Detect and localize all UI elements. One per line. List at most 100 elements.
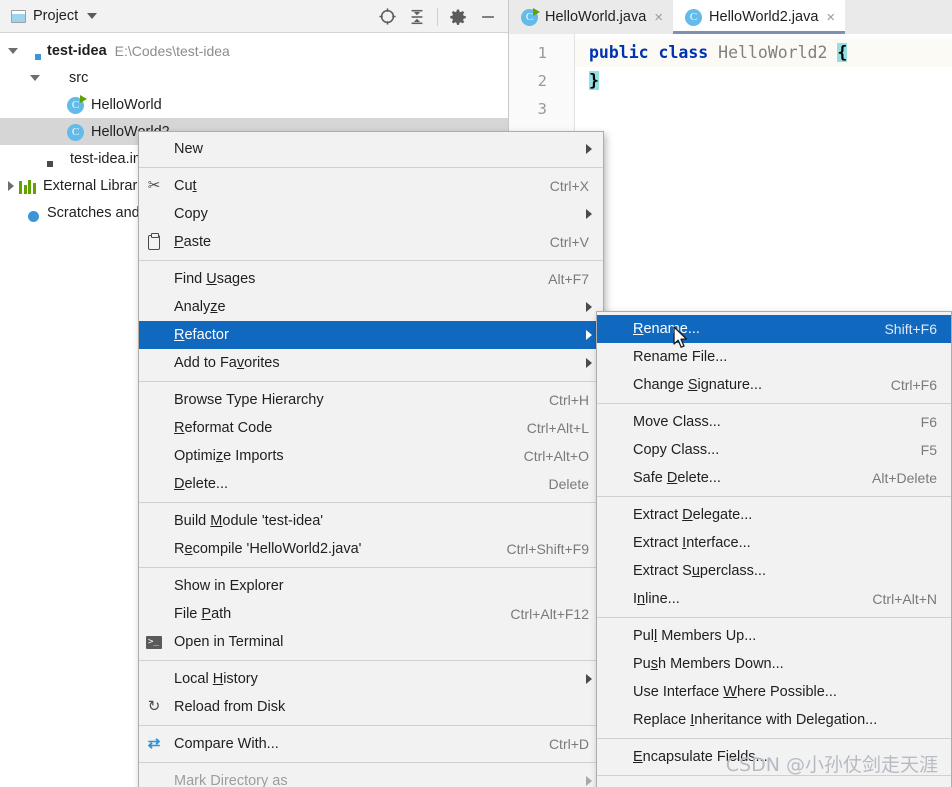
menu-item-find-usages[interactable]: Find Usages Alt+F7 — [139, 265, 603, 293]
tree-node-label: test-idea — [47, 42, 107, 59]
submenu-item-move-class[interactable]: Move Class... F6 — [597, 408, 951, 436]
submenu-item-push-members-down[interactable]: Push Members Down... — [597, 650, 951, 678]
menu-item-label: Extract Interface... — [633, 535, 751, 551]
scissors-icon: ✂ — [147, 177, 161, 194]
menu-separator — [597, 496, 951, 497]
close-icon[interactable]: × — [825, 8, 836, 27]
submenu-item-pull-members-up[interactable]: Pull Members Up... — [597, 622, 951, 650]
menu-item-compare-with[interactable]: ⇄ Compare With... Ctrl+D — [139, 730, 603, 758]
menu-item-copy[interactable]: Copy — [139, 200, 603, 228]
twisty-expanded-icon[interactable] — [8, 47, 18, 54]
menu-item-label: Build Module 'test-idea' — [174, 513, 324, 529]
menu-item-open-in-terminal[interactable]: >_ Open in Terminal — [139, 628, 603, 656]
twisty-expanded-icon[interactable] — [30, 74, 40, 81]
menu-item-label: Extract Delegate... — [633, 507, 753, 523]
menu-item-cut[interactable]: ✂ Cut Ctrl+X — [139, 172, 603, 200]
submenu-item-use-interface-where-possible[interactable]: Use Interface Where Possible... — [597, 678, 951, 706]
menu-item-shortcut: Ctrl+Shift+F9 — [506, 541, 589, 557]
menu-item-new[interactable]: New — [139, 135, 603, 163]
tab-helloworld-java[interactable]: C HelloWorld.java × — [509, 0, 673, 34]
submenu-item-inline[interactable]: Inline... Ctrl+Alt+N — [597, 585, 951, 613]
menu-item-paste[interactable]: Paste Ctrl+V — [139, 228, 603, 256]
locate-icon[interactable] — [374, 4, 400, 30]
submenu-item-rename-file[interactable]: Rename File... — [597, 343, 951, 371]
menu-item-shortcut: Ctrl+H — [548, 392, 589, 408]
menu-separator — [139, 167, 603, 168]
menu-item-delete[interactable]: Delete... Delete — [139, 470, 603, 498]
editor-tab-bar: C HelloWorld.java × C HelloWorld2.java × — [509, 0, 952, 34]
menu-item-local-history[interactable]: Local History — [139, 665, 603, 693]
watermark: CSDN @小孙仗剑走天涯 — [725, 754, 938, 776]
menu-item-mark-directory-as: Mark Directory as — [139, 767, 603, 787]
menu-item-label: Paste — [174, 234, 212, 250]
collapse-all-icon[interactable] — [404, 4, 430, 30]
menu-item-browse-type-hierarchy[interactable]: Browse Type Hierarchy Ctrl+H — [139, 386, 603, 414]
menu-separator — [139, 502, 603, 503]
submenu-item-extract-superclass[interactable]: Extract Superclass... — [597, 557, 951, 585]
menu-item-label: File Path — [174, 606, 232, 622]
menu-separator — [139, 762, 603, 763]
chevron-right-icon — [586, 674, 592, 684]
menu-item-label: Recompile 'HelloWorld2.java' — [174, 541, 362, 557]
menu-separator — [139, 381, 603, 382]
menu-item-shortcut: Ctrl+Alt+L — [526, 420, 589, 436]
refactor-submenu: Rename... Shift+F6 Rename File... Change… — [596, 311, 952, 787]
menu-item-add-to-favorites[interactable]: Add to Favorites — [139, 349, 603, 377]
submenu-item-change-signature[interactable]: Change Signature... Ctrl+F6 — [597, 371, 951, 399]
tree-node-label: HelloWorld — [91, 96, 162, 113]
menu-item-shortcut: Ctrl+F6 — [890, 377, 937, 393]
menu-item-label: Delete... — [174, 476, 229, 492]
menu-item-label: Change Signature... — [633, 377, 762, 393]
code-keyword-public: public — [589, 43, 649, 62]
twisty-collapsed-icon[interactable] — [8, 180, 14, 191]
module-folder-icon — [23, 42, 41, 60]
submenu-item-copy-class[interactable]: Copy Class... F5 — [597, 436, 951, 464]
chevron-right-icon — [586, 144, 592, 154]
menu-item-shortcut: Delete — [548, 476, 589, 492]
gear-icon[interactable] — [445, 4, 471, 30]
tree-node-src[interactable]: src — [0, 64, 508, 91]
context-menu: New ✂ Cut Ctrl+X Copy Paste Ctrl+V Find … — [138, 131, 604, 787]
chevron-down-icon[interactable] — [87, 13, 98, 19]
menu-item-file-path[interactable]: File Path Ctrl+Alt+F12 — [139, 600, 603, 628]
menu-item-reformat-code[interactable]: Reformat Code Ctrl+Alt+L — [139, 414, 603, 442]
menu-item-label: Move Class... — [633, 414, 721, 430]
menu-item-refactor[interactable]: Refactor — [139, 321, 603, 349]
tree-node-helloworld[interactable]: C HelloWorld — [0, 91, 508, 118]
chevron-right-icon — [586, 776, 592, 786]
chevron-right-icon — [586, 358, 592, 368]
submenu-item-safe-delete[interactable]: Safe Delete... Alt+Delete — [597, 464, 951, 492]
menu-item-label: Local History — [174, 671, 258, 687]
close-icon[interactable]: × — [653, 8, 664, 27]
menu-separator — [139, 725, 603, 726]
external-libraries-icon — [19, 177, 37, 195]
terminal-icon: >_ — [139, 635, 169, 649]
menu-item-label: Reload from Disk — [174, 699, 286, 715]
menu-item-show-in-explorer[interactable]: Show in Explorer — [139, 572, 603, 600]
menu-item-analyze[interactable]: Analyze — [139, 293, 603, 321]
tree-node-label: src — [69, 69, 89, 86]
source-folder-icon — [45, 69, 63, 87]
reload-icon: ↻ — [147, 698, 161, 715]
project-title-dropdown[interactable]: Project — [0, 8, 98, 24]
menu-separator — [597, 738, 951, 739]
project-panel-header: Project — [0, 0, 508, 33]
menu-item-label: Refactor — [174, 327, 229, 343]
menu-item-shortcut: Alt+F7 — [548, 271, 589, 287]
submenu-item-extract-interface[interactable]: Extract Interface... — [597, 529, 951, 557]
submenu-item-extract-delegate[interactable]: Extract Delegate... — [597, 501, 951, 529]
submenu-item-generify[interactable]: Generify... — [597, 780, 951, 787]
tab-helloworld2-java[interactable]: C HelloWorld2.java × — [673, 0, 846, 34]
menu-separator — [139, 260, 603, 261]
tree-node-test-idea[interactable]: test-idea E:\Codes\test-idea — [0, 37, 508, 64]
menu-item-label: Rename... — [633, 321, 700, 337]
code-keyword-class: class — [658, 43, 709, 62]
menu-item-reload-from-disk[interactable]: ↻ Reload from Disk — [139, 693, 603, 721]
menu-item-shortcut: Ctrl+Alt+F12 — [510, 606, 589, 622]
submenu-item-replace-inheritance-with-delegation[interactable]: Replace Inheritance with Delegation... — [597, 706, 951, 734]
submenu-item-rename[interactable]: Rename... Shift+F6 — [597, 315, 951, 343]
menu-item-recompile[interactable]: Recompile 'HelloWorld2.java' Ctrl+Shift+… — [139, 535, 603, 563]
menu-item-optimize-imports[interactable]: Optimize Imports Ctrl+Alt+O — [139, 442, 603, 470]
menu-item-build-module[interactable]: Build Module 'test-idea' — [139, 507, 603, 535]
minimize-icon[interactable] — [475, 4, 501, 30]
